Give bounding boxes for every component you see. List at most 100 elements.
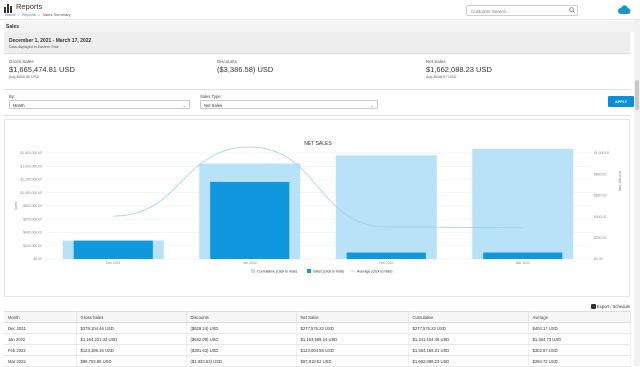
table-cell: $277,575.22 USD [408, 322, 529, 334]
y-tick-label: $1,000,000.00 [20, 191, 42, 195]
legend-label[interactable]: Sales (click to hide) [313, 270, 344, 274]
table-cell: $302.87 USD [528, 344, 631, 356]
date-range-panel[interactable]: December 1, 2021 - March 17, 2022 Data d… [4, 32, 630, 54]
table-cell: ($529.24) USD [186, 322, 297, 334]
apply-button[interactable]: APPLY [608, 96, 634, 107]
y-tick-label: $800,000.00 [23, 204, 42, 208]
chart-svg: NET SALES $0.00 $200,000.00 $400,000.00 $60… [14, 141, 622, 274]
customer-search-input[interactable]: Customer Search... [466, 5, 578, 16]
scrollbar-thumb[interactable] [635, 80, 639, 110]
breadcrumb-separator: > [38, 12, 41, 17]
column-header-average[interactable]: Average [528, 311, 631, 323]
table-row: Jan 2022 $1,164,221.32 USD ($632.08) USD… [4, 333, 631, 345]
search-icon[interactable] [569, 7, 575, 13]
net-sales-chart: NET SALES $0.00 $200,000.00 $400,000.00 $60… [4, 119, 630, 297]
chevron-down-icon: ⌄ [182, 103, 186, 108]
x-tick-label: Mar 2022 [516, 261, 530, 265]
table-cell: Feb 2022 [4, 344, 77, 356]
legend-label[interactable]: Average (click to hide) [357, 270, 393, 274]
kpi-row: Gross Sales $1,665,474.81 USD Avg $800.8… [4, 57, 630, 87]
kpi-value: ($3,386.58) USD [217, 65, 274, 74]
top-bar: Reports Home > Reports > Sales Summary Custo… [0, 0, 640, 20]
table-cell: $1,662,088.23 USD [408, 355, 529, 367]
kpi-label: Discounts [217, 59, 237, 64]
average-line [113, 146, 523, 229]
cumulative-bar [472, 148, 574, 259]
table-cell: $404.17 USD [528, 322, 631, 334]
cloud-logo-icon[interactable] [617, 5, 631, 15]
right-y-tick-label: $1,000.00 [594, 151, 609, 155]
right-y-tick-label: $200.00 [594, 236, 606, 240]
column-header-discounts[interactable]: Discounts [186, 311, 297, 323]
x-tick-label: Dec 2021 [106, 261, 121, 265]
right-y-tick-label: $0.00 [594, 257, 603, 261]
column-header-cumulative[interactable]: Cumulative [408, 311, 529, 323]
app-title: Reports [16, 2, 43, 11]
chevron-down-icon: ⌄ [370, 103, 374, 108]
sales-type-select-value: Net Sales [204, 103, 223, 108]
y-tick-label: $1,600,000.00 [20, 151, 42, 155]
table-cell: Jan 2022 [4, 333, 77, 345]
sales-bar [73, 240, 153, 259]
table-cell: $99,753.85 USD [76, 355, 187, 367]
table-cell: ($391.63) USD [186, 344, 297, 356]
table-cell: $278,104.46 USD [76, 322, 187, 334]
by-label: By: [9, 94, 16, 99]
table-row: Mar 2022 $99,753.85 USD ($1,833.63) USD … [4, 355, 631, 367]
y-tick-label: $200,000.00 [23, 244, 42, 248]
table-cell: $1,441,164.46 USD [408, 333, 529, 345]
breadcrumb-reports[interactable]: Reports [22, 12, 36, 17]
sales-bar [210, 181, 290, 259]
y-tick-label: $1,400,000.00 [20, 164, 42, 168]
sales-bar [483, 252, 563, 259]
y-tick-label: $0.00 [34, 257, 43, 261]
right-y-tick-label: $400.00 [594, 215, 606, 219]
x-tick-label: Jan 2022 [243, 261, 257, 265]
kpi-gross-sales: Gross Sales $1,665,474.81 USD Avg $800.8… [9, 57, 209, 79]
kpi-average: Avg $848.97 USD [426, 75, 457, 79]
column-header-net-sales[interactable]: Net Sales [296, 311, 409, 323]
breadcrumb-separator: > [17, 12, 21, 17]
table-cell: Dec 2021 [4, 322, 77, 334]
breadcrumb-home[interactable]: Home [5, 12, 16, 17]
column-header-month[interactable]: Month [4, 311, 77, 323]
table-cell: $1,164,221.32 USD [76, 333, 187, 345]
by-select-value: Month [13, 103, 25, 108]
filter-bar: By: Month ⌄ Sales Type: Net Sales ⌄ APPL… [4, 89, 634, 116]
export-schedule-link[interactable]: Export / Schedule [591, 304, 630, 309]
y-tick-label: $1,200,000.00 [20, 178, 42, 182]
table-cell: ($1,833.63) USD [186, 355, 297, 367]
export-icon [591, 304, 596, 309]
table-cell: $1,163,589.24 USD [296, 333, 409, 345]
x-tick-label: Feb 2022 [379, 261, 393, 265]
sales-table: Month Gross Sales Discounts Net Sales Cu… [4, 311, 631, 367]
table-cell: $277,575.22 USD [296, 322, 409, 334]
table-cell: $1,364.73 USD [528, 333, 631, 345]
kpi-label: Net Sales [426, 59, 446, 64]
breadcrumb-current: Sales Summary [42, 12, 71, 17]
kpi-discounts: Discounts ($3,386.58) USD [217, 57, 417, 75]
table-cell: $97,919.52 USD [296, 355, 409, 367]
kpi-value: $1,662,088.23 USD [426, 65, 492, 74]
sales-type-label: Sales Type: [200, 94, 222, 99]
kpi-net-sales: Net Sales $1,662,088.23 USD Avg $848.97 … [426, 57, 626, 79]
by-select[interactable]: Month ⌄ [9, 100, 190, 109]
table-row: Feb 2022 $123,396.16 USD ($391.63) USD $… [4, 344, 631, 356]
timezone-note: Data displayed in Eastern Time [9, 45, 59, 49]
date-range[interactable]: December 1, 2021 - March 17, 2022 [9, 38, 91, 44]
sales-bar [346, 252, 426, 259]
breadcrumb: Home > Reports > Sales Summary [5, 12, 71, 17]
kpi-label: Gross Sales [9, 59, 34, 64]
right-y-tick-label: $800.00 [594, 172, 606, 176]
legend-swatch [307, 269, 311, 273]
legend-label[interactable]: Cumulative (click to hide) [257, 270, 297, 274]
chart-title: NET SALES [304, 141, 332, 147]
column-header-gross-sales[interactable]: Gross Sales [76, 311, 187, 323]
table-cell: $123,396.16 USD [76, 344, 187, 356]
page-title: Sales [4, 21, 634, 32]
sales-type-select[interactable]: Net Sales ⌄ [200, 100, 378, 109]
page-scrollbar[interactable] [634, 20, 640, 366]
export-label: Export / Schedule [597, 304, 631, 309]
table-row: Dec 2021 $278,104.46 USD ($529.24) USD $… [4, 322, 631, 334]
right-y-axis-label: Average Sale [618, 171, 622, 191]
